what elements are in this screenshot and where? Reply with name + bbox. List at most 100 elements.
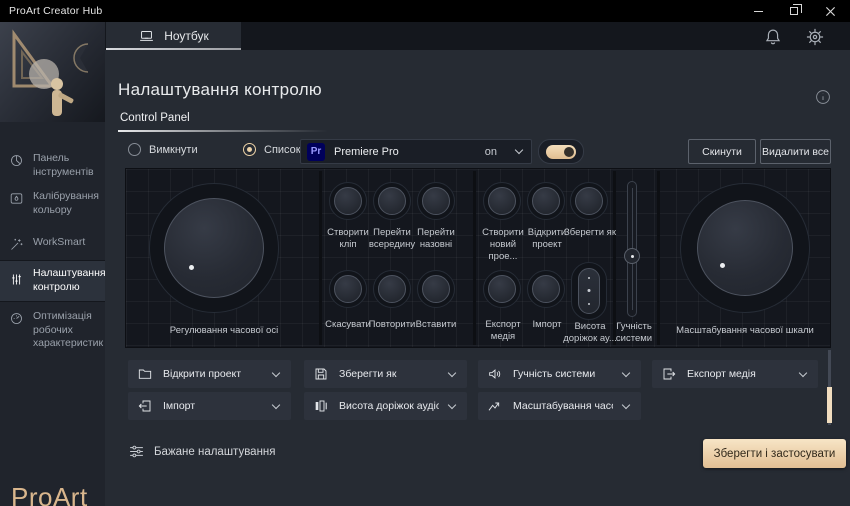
close-button[interactable] [816, 0, 844, 22]
page-title: Налаштування контролю [118, 80, 322, 100]
knob-label: Вставити [409, 319, 463, 331]
dial-label: Регулювання часової осі [126, 325, 322, 337]
knob-create-clip[interactable] [329, 182, 367, 220]
mapping-dropdown-import[interactable]: Імпорт [128, 392, 291, 420]
mapping-dropdown-export-media[interactable]: Експорт медія [652, 360, 818, 388]
app-window: ProArt Creator Hub Пане [0, 0, 850, 506]
abstract-art-graphic [0, 22, 105, 122]
tab-underline [118, 130, 328, 132]
info-icon [814, 88, 832, 106]
control-panel-board: Регулювання часової осі Створити кліп Пе… [125, 168, 831, 348]
volume-slider-knob[interactable] [624, 248, 640, 264]
info-button[interactable] [814, 88, 832, 106]
settings-button[interactable] [803, 26, 827, 48]
track-height-icon [313, 398, 329, 414]
dial-indicator-dot [720, 263, 725, 268]
proart-artwork [0, 22, 105, 122]
sidebar-item-worksmart[interactable]: WorkSmart [0, 232, 105, 261]
knob-redo[interactable] [373, 270, 411, 308]
knob-save-as[interactable] [570, 182, 608, 220]
knob-label: Зберегти як [562, 227, 618, 239]
chevron-down-icon [448, 368, 456, 376]
delete-all-button[interactable]: Видалити все [760, 139, 831, 164]
sidebar-item-label: Налаштування контролю [33, 267, 106, 294]
sidebar-item-label: Панель інструментів [33, 152, 99, 179]
preferred-settings-label: Бажане налаштування [154, 446, 276, 458]
radio-circle [128, 143, 141, 156]
sidebar: Панель інструментів Калібрування кольору… [0, 22, 105, 506]
export-icon [661, 366, 677, 382]
window-title: ProArt Creator Hub [9, 5, 102, 17]
premiere-pro-icon: Pr [307, 143, 325, 161]
chevron-down-icon [272, 368, 280, 376]
knob-open-project[interactable] [527, 182, 565, 220]
device-tab-bar: Ноутбук [105, 22, 850, 50]
optimization-gauge-icon [9, 311, 26, 351]
tab-control-panel[interactable]: Control Panel [120, 112, 190, 124]
mapping-dropdown-open-project[interactable]: Відкрити проект [128, 360, 291, 388]
app-enable-toggle[interactable] [538, 139, 584, 164]
app-name: Premiere Pro [334, 146, 476, 158]
scrollbar-thumb[interactable] [827, 387, 832, 423]
laptop-icon [138, 28, 155, 45]
color-calibration-icon [9, 191, 26, 217]
knob-label: Перейти назовні [409, 227, 463, 251]
save-icon [313, 366, 329, 382]
timeline-adjust-dial[interactable] [164, 198, 264, 298]
radio-disable[interactable]: Вимкнути [128, 143, 198, 156]
radio-label: Вимкнути [149, 144, 198, 156]
chevron-down-icon [799, 368, 807, 376]
import-icon [137, 398, 153, 414]
save-and-apply-button[interactable]: Зберегти і застосувати [703, 439, 846, 468]
app-selector-dropdown[interactable]: Pr Premiere Pro on [300, 139, 532, 164]
maximize-button[interactable] [780, 0, 808, 22]
sidebar-item-color-calibration[interactable]: Калібрування кольору [0, 186, 105, 221]
sidebar-item-label: Калібрування кольору [33, 190, 99, 217]
chevron-down-icon [515, 146, 523, 154]
toggle-knob [564, 147, 574, 157]
control-settings-icon [9, 272, 26, 292]
speaker-icon [487, 366, 503, 382]
sidebar-item-performance-optimization[interactable]: Оптимізація робочих характеристик [0, 306, 105, 355]
knob-paste[interactable] [417, 270, 455, 308]
scale-icon [487, 398, 503, 414]
sidebar-item-label: Оптимізація робочих характеристик [33, 310, 103, 351]
section-divider [613, 171, 616, 345]
preferred-settings[interactable]: Бажане налаштування [128, 443, 276, 460]
toggle-track [546, 145, 576, 159]
notifications-button[interactable] [761, 26, 785, 48]
dial-indicator-dot [189, 265, 194, 270]
chevron-down-icon [622, 368, 630, 376]
preferences-sliders-icon [128, 443, 145, 460]
bell-icon [761, 26, 785, 48]
knob-go-outside[interactable] [417, 182, 455, 220]
device-tab-label: Ноутбук [164, 29, 209, 43]
timeline-scale-dial[interactable] [697, 200, 793, 296]
chevron-down-icon [448, 400, 456, 408]
mapping-dropdown-save-as[interactable]: Зберегти як [304, 360, 467, 388]
chevron-down-icon [622, 400, 630, 408]
knob-import[interactable] [527, 270, 565, 308]
knob-new-project[interactable] [483, 182, 521, 220]
mapping-dropdown-timeline-scale[interactable]: Масштабування часової шкали [478, 392, 641, 420]
proart-logo: ProArt [11, 482, 88, 506]
close-icon [825, 6, 836, 17]
knob-undo[interactable] [329, 270, 367, 308]
sidebar-item-control-settings[interactable]: Налаштування контролю [0, 260, 105, 302]
worksmart-wand-icon [9, 237, 26, 257]
sidebar-item-dashboard[interactable]: Панель інструментів [0, 148, 105, 183]
sidebar-item-label: WorkSmart [33, 236, 85, 257]
track-height-slider[interactable] [578, 268, 600, 314]
mapping-dropdown-system-volume[interactable]: Гучність системи [478, 360, 641, 388]
tab-laptop[interactable]: Ноутбук [106, 22, 241, 50]
reset-button[interactable]: Скинути [688, 139, 756, 164]
app-state: on [485, 146, 497, 158]
mapping-dropdown-track-height[interactable]: Висота доріжок аудіо [304, 392, 467, 420]
knob-go-inside[interactable] [373, 182, 411, 220]
dial-label: Масштабування часової шкали [635, 325, 850, 337]
radio-circle-checked [243, 143, 256, 156]
title-bar: ProArt Creator Hub [0, 0, 850, 22]
dashboard-icon [9, 153, 26, 179]
minimize-button[interactable] [744, 0, 772, 22]
knob-export-media[interactable] [483, 270, 521, 308]
